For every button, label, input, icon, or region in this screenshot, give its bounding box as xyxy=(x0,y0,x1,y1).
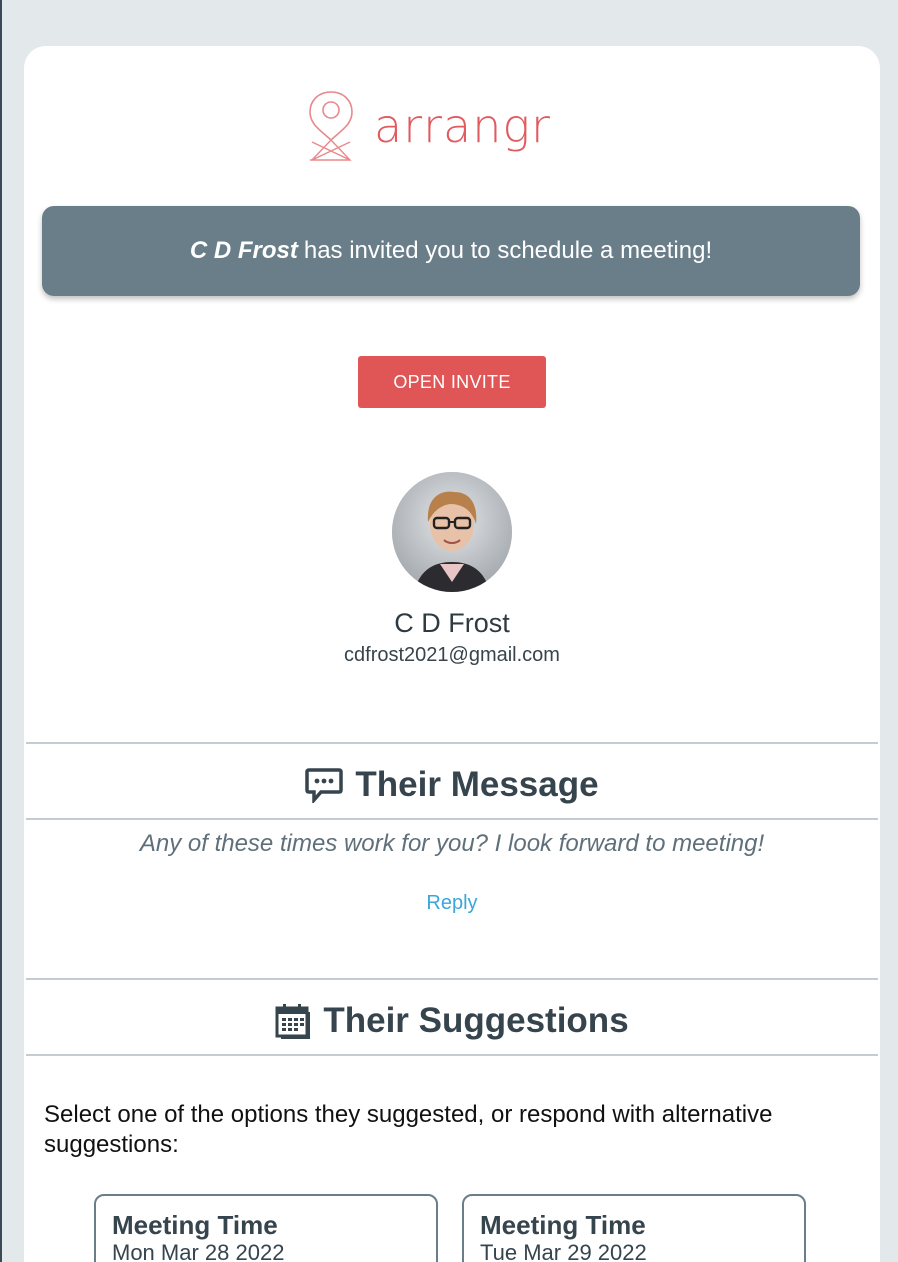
brand-wordmark: arrangr xyxy=(374,99,551,153)
suggestions-instructions: Select one of the options they suggested… xyxy=(44,1101,773,1158)
invite-banner: C D Frost has invited you to schedule a … xyxy=(42,206,860,296)
divider xyxy=(26,742,878,744)
option-title: Meeting Time xyxy=(112,1210,278,1240)
their-message-text: Any of these times work for you? I look … xyxy=(139,830,765,857)
option-title: Meeting Time xyxy=(480,1210,646,1240)
inviter-name: C D Frost xyxy=(189,237,298,264)
avatar xyxy=(392,472,512,592)
option-date: Tue Mar 29 2022 xyxy=(480,1240,647,1262)
meeting-option-card[interactable]: Meeting Time Tue Mar 29 2022 xyxy=(462,1194,806,1262)
divider xyxy=(26,818,878,820)
meeting-option-card[interactable]: Meeting Time Mon Mar 28 2022 xyxy=(94,1194,438,1262)
message-section-title: Their Message xyxy=(355,765,599,804)
open-invite-button[interactable]: OPEN INVITE xyxy=(358,356,546,408)
organizer-email: cdfrost2021@gmail.com xyxy=(344,644,560,666)
reply-link[interactable]: Reply xyxy=(24,892,880,915)
banner-text: has invited you to schedule a meeting! xyxy=(303,237,713,264)
avatar-image xyxy=(392,472,512,592)
organizer-name: C D Frost xyxy=(394,608,510,638)
suggestions-section-title: Their Suggestions xyxy=(323,1001,629,1040)
message-section-header: Their Message xyxy=(24,760,880,810)
brand-logo: arrangr xyxy=(306,88,551,164)
divider xyxy=(26,978,878,980)
pin-icon xyxy=(309,91,353,161)
window-edge xyxy=(0,0,2,1262)
calendar-icon xyxy=(275,1004,311,1039)
chat-bubble-icon xyxy=(305,768,344,803)
option-date: Mon Mar 28 2022 xyxy=(112,1240,285,1262)
invite-card: arrangr C D Frost has invited you to sch… xyxy=(24,46,880,1262)
divider xyxy=(26,1054,878,1056)
suggestions-section-header: Their Suggestions xyxy=(24,996,880,1046)
